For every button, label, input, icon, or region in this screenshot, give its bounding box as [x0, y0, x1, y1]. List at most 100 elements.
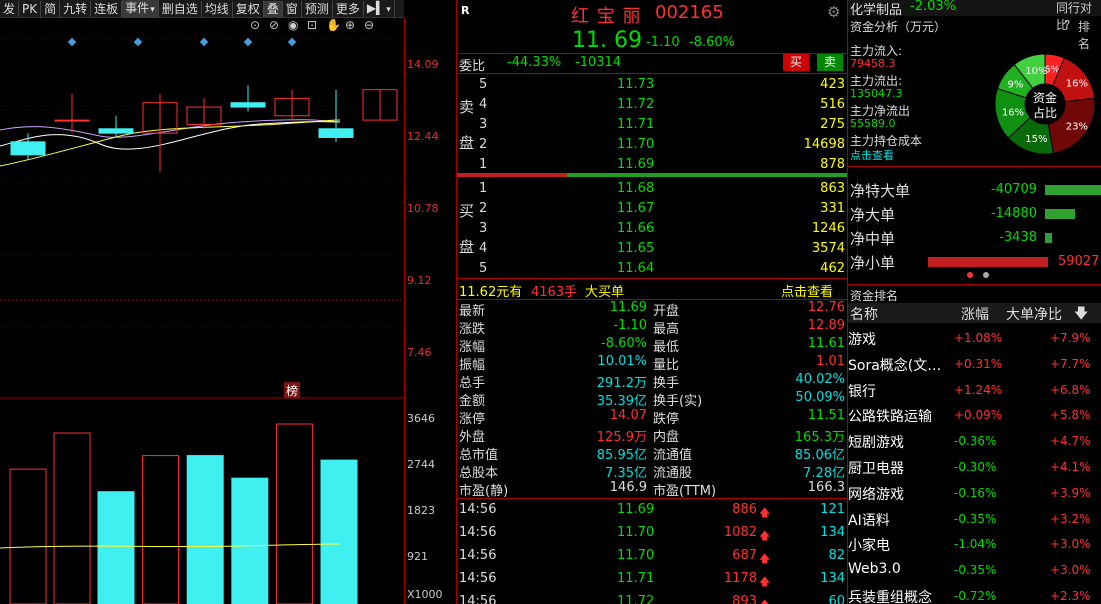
ma-line-white: [0, 121, 341, 150]
ranking-row[interactable]: 短剧游戏 -0.36% +4.7%: [848, 429, 1101, 455]
col-pct[interactable]: 涨幅: [961, 304, 989, 324]
buy-order-row[interactable]: 5 11.64 462: [457, 260, 847, 280]
toolbar-item-7[interactable]: 均线: [202, 0, 233, 17]
ranking-row[interactable]: 游戏 +1.08% +7.9%: [848, 326, 1101, 352]
r-badge: R: [461, 4, 470, 17]
toolbar-item-3[interactable]: 九转: [60, 0, 92, 17]
ranking-name: 游戏: [848, 332, 876, 348]
fund-value: 79458.3: [850, 57, 896, 70]
volume-ma-line: [0, 543, 341, 549]
stat-value: 12.89: [807, 318, 845, 333]
net-bar: [1045, 209, 1075, 219]
net-label: 净小单: [850, 254, 896, 272]
order-level: 2: [479, 201, 488, 216]
buy-order-row[interactable]: 4 11.65 3574: [457, 240, 847, 260]
ranking-name: 小家电: [848, 538, 890, 555]
col-net[interactable]: 大单净比: [1006, 304, 1062, 324]
ranking-row[interactable]: Web3.0 -0.35% +3.0%: [848, 558, 1101, 584]
signal-marker: [243, 37, 253, 47]
volume-bar: [275, 423, 313, 604]
stat-label: 总手: [459, 376, 486, 391]
kline-chart[interactable]: ⊙ ⊘ ◉ ⊡ ✋ ⊕ ⊖ 榜: [0, 18, 404, 604]
sell-order-row[interactable]: 5 11.73 423: [457, 76, 847, 96]
eye-icon: ◉: [288, 18, 298, 32]
sell-order-row[interactable]: 2 11.70 14698: [457, 136, 847, 156]
order-price: 11.64: [617, 261, 655, 276]
toolbar-item-6[interactable]: 删自选: [159, 0, 202, 17]
tick-row: 14:56 11.70 1082 🡅 134: [457, 524, 847, 544]
tick-time: 14:56: [459, 502, 497, 517]
stat-label: 涨跌: [459, 322, 486, 337]
dragon-tiger-icon: ⊘: [269, 18, 279, 32]
sell-order-row[interactable]: 3 11.71 275: [457, 116, 847, 136]
ranking-row[interactable]: Sora概念(文… +0.31% +7.7%: [848, 352, 1101, 378]
candle-body: [10, 141, 46, 156]
volume-axis: 3646 2744 1823 921 X1000: [404, 398, 456, 604]
volume-bar: [9, 468, 47, 604]
ranking-pct: +1.08%: [954, 331, 1003, 345]
toolbar-item-0[interactable]: 发: [0, 0, 20, 17]
ranking-pct: -0.30%: [954, 460, 997, 474]
order-price: 11.66: [617, 221, 655, 236]
stat-label: 流通股: [653, 466, 693, 481]
buy-button[interactable]: 买: [783, 54, 809, 71]
buy-order-row[interactable]: 3 11.66 1246: [457, 220, 847, 240]
sort-down-icon[interactable]: 🡇: [1074, 303, 1088, 327]
stat-value: -8.60%: [601, 336, 647, 351]
ranking-row[interactable]: 银行 +1.24% +6.8%: [848, 378, 1101, 404]
toolbar-item-2[interactable]: 简: [41, 0, 61, 17]
toolbar-item-9[interactable]: 叠: [263, 0, 283, 17]
tick-time: 14:56: [459, 594, 497, 604]
stat-row: 总市值 85.95亿 流通值 85.06亿: [457, 444, 847, 463]
weicha-value: -10314: [575, 55, 622, 70]
sell-button[interactable]: 卖: [817, 54, 843, 71]
volume-bar: [320, 459, 358, 604]
ranking-row[interactable]: AI语料 -0.35% +3.2%: [848, 507, 1101, 533]
toolbar-item-8[interactable]: 复权: [233, 0, 264, 17]
page-dot-2[interactable]: [983, 272, 989, 278]
fund-value[interactable]: 点击查看: [850, 147, 894, 163]
order-volume: 3574: [811, 241, 845, 256]
ranking-row[interactable]: 小家电 -1.04% +3.0%: [848, 532, 1101, 558]
big-order-link[interactable]: 点击查看: [781, 281, 833, 300]
ranking-net: +2.3%: [1050, 589, 1091, 603]
toolbar-item-11[interactable]: 预测: [302, 0, 333, 17]
sell-order-row[interactable]: 4 11.72 516: [457, 96, 847, 116]
net-label: 净大单: [850, 206, 896, 224]
ranking-pct: +0.31%: [954, 356, 1003, 371]
toolbar-item-5[interactable]: 事件: [122, 0, 159, 18]
toolbar-item-4[interactable]: 连板: [91, 0, 123, 17]
col-name[interactable]: 名称: [850, 304, 878, 324]
toolbar-item-10[interactable]: 窗: [283, 0, 302, 17]
toolbar-item-12[interactable]: 更多: [333, 0, 364, 17]
toolbar-item-1[interactable]: PK: [19, 0, 42, 17]
candle-body: [54, 119, 90, 122]
ranking-row[interactable]: 兵装重组概念 -0.72% +2.3%: [848, 584, 1101, 604]
ranking-pct: -1.04%: [954, 537, 997, 552]
buy-order-row[interactable]: 2 11.67 331: [457, 200, 847, 220]
stat-label: 最新: [459, 304, 486, 319]
stat-label: 量比: [653, 358, 680, 373]
stat-row: 振幅 10.01% 量比 1.01: [457, 354, 847, 373]
sell-order-row[interactable]: 1 11.69 878: [457, 156, 847, 176]
ranking-row[interactable]: 公路铁路运输 +0.09% +5.8%: [848, 403, 1101, 429]
ranking-row[interactable]: 网络游戏 -0.16% +3.9%: [848, 481, 1101, 507]
stat-label: 跌停: [653, 412, 680, 427]
stat-label: 外盘: [459, 430, 486, 445]
stat-value: 11.69: [609, 300, 647, 315]
pin-icon[interactable]: ▶▍: [364, 0, 395, 18]
buy-order-row[interactable]: 1 11.68 863: [457, 180, 847, 200]
stat-value: 166.3: [807, 480, 845, 495]
donut-slice-label: 16%: [1002, 108, 1024, 119]
help-icon[interactable]: ?: [1064, 18, 1070, 32]
ranking-name: AI语料: [848, 512, 890, 529]
gear-icon[interactable]: ⚙: [827, 3, 840, 21]
order-price: 11.65: [617, 241, 655, 256]
page-dot-1[interactable]: [967, 272, 973, 278]
stat-value: 1.01: [816, 354, 845, 369]
tick-price: 11.69: [617, 502, 655, 517]
ranking-row[interactable]: 厨卫电器 -0.30% +4.1%: [848, 455, 1101, 481]
sector-name[interactable]: 化学制品: [850, 0, 902, 18]
rank-link[interactable]: 排名: [1078, 18, 1101, 52]
ranking-net: +7.9%: [1050, 331, 1091, 345]
